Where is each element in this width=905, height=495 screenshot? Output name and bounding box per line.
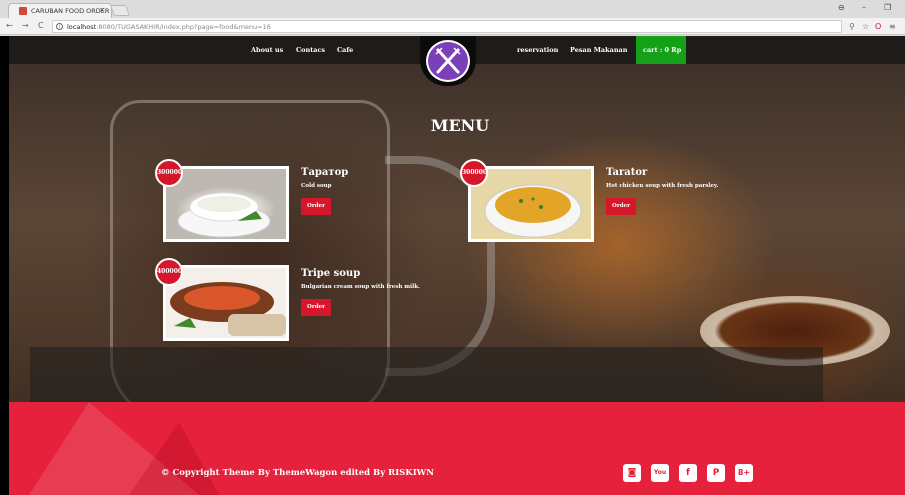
nav-pesan-makanan[interactable]: Pesan Makanan — [570, 46, 628, 54]
menu-item-description: Hot chicken soup with fresh parsley. — [606, 183, 719, 189]
url-host: localhost — [67, 23, 97, 31]
reload-button[interactable]: C — [38, 21, 44, 30]
restore-button[interactable]: ❐ — [884, 3, 891, 12]
minimize-button[interactable]: – — [862, 3, 866, 12]
nav-about-us[interactable]: About us — [251, 46, 283, 54]
menu-item-description: Cold soup — [301, 183, 332, 189]
menu-item-name: Таратор — [301, 167, 349, 178]
nav-cafe[interactable]: Cafe — [337, 46, 353, 54]
tab-title: CARUBAN FOOD ORDER — [31, 7, 110, 15]
address-bar-row: ← → C i localhost:8080/TUGASAKHIR/index.… — [0, 18, 905, 35]
menu-heading: MENU — [430, 116, 490, 135]
profile-icon[interactable]: ⊖ — [838, 3, 845, 12]
price-badge: 300000 — [460, 159, 488, 187]
pinterest-icon[interactable]: P — [707, 464, 725, 482]
zoom-icon[interactable]: ⚲ — [849, 22, 855, 31]
order-button[interactable]: Order — [301, 198, 331, 215]
google-plus-icon[interactable]: 8+ — [735, 464, 753, 482]
copyright-text: © Copyright Theme By ThemeWagon edited B… — [161, 468, 434, 478]
menu-item-name: Tripe soup — [301, 268, 361, 279]
forward-button[interactable]: → — [22, 21, 29, 30]
page-edge — [0, 36, 9, 495]
cart-button[interactable]: cart : 0 Rp — [636, 36, 686, 64]
menu-item-description: Bulgarian cream soup with fresh milk. — [301, 284, 420, 290]
footer: © Copyright Theme By ThemeWagon edited B… — [9, 402, 905, 495]
url-path: :8080/TUGASAKHIR/index.php?page=food&men… — [96, 23, 271, 31]
price-badge: 300000 — [155, 159, 183, 187]
close-tab-icon[interactable]: × — [99, 6, 105, 14]
order-button[interactable]: Order — [301, 299, 331, 316]
nav-contacs[interactable]: Contacs — [296, 46, 325, 54]
footer-decoration — [129, 422, 219, 495]
browser-tab[interactable]: CARUBAN FOOD ORDER × — [8, 3, 112, 18]
nav-reservation[interactable]: reservation — [517, 46, 558, 54]
new-tab-button[interactable] — [109, 5, 131, 16]
cart-label: cart : 0 Rp — [643, 46, 682, 54]
facebook-icon[interactable]: f — [679, 464, 697, 482]
menu-item-name: Tarator — [606, 167, 648, 178]
page-viewport: About us Contacs Cafe reservation Pesan … — [0, 36, 905, 495]
favicon-icon — [19, 7, 27, 15]
opera-extension-icon[interactable]: O — [875, 22, 881, 31]
cutlery-logo-icon — [426, 40, 470, 82]
youtube-icon[interactable]: You — [651, 464, 669, 482]
browser-tab-bar: CARUBAN FOOD ORDER × ⊖ – ❐ — [0, 0, 905, 18]
url-input[interactable]: i localhost:8080/TUGASAKHIR/index.php?pa… — [52, 20, 842, 33]
back-button[interactable]: ← — [6, 21, 13, 30]
price-badge: 400000 — [155, 258, 183, 286]
instagram-icon[interactable]: ◙ — [623, 464, 641, 482]
extension-icon[interactable]: ≡ — [889, 22, 896, 31]
fork-knife-icon — [435, 47, 461, 74]
star-icon[interactable]: ☆ — [862, 22, 869, 31]
info-icon[interactable]: i — [56, 23, 63, 30]
order-button[interactable]: Order — [606, 198, 636, 215]
